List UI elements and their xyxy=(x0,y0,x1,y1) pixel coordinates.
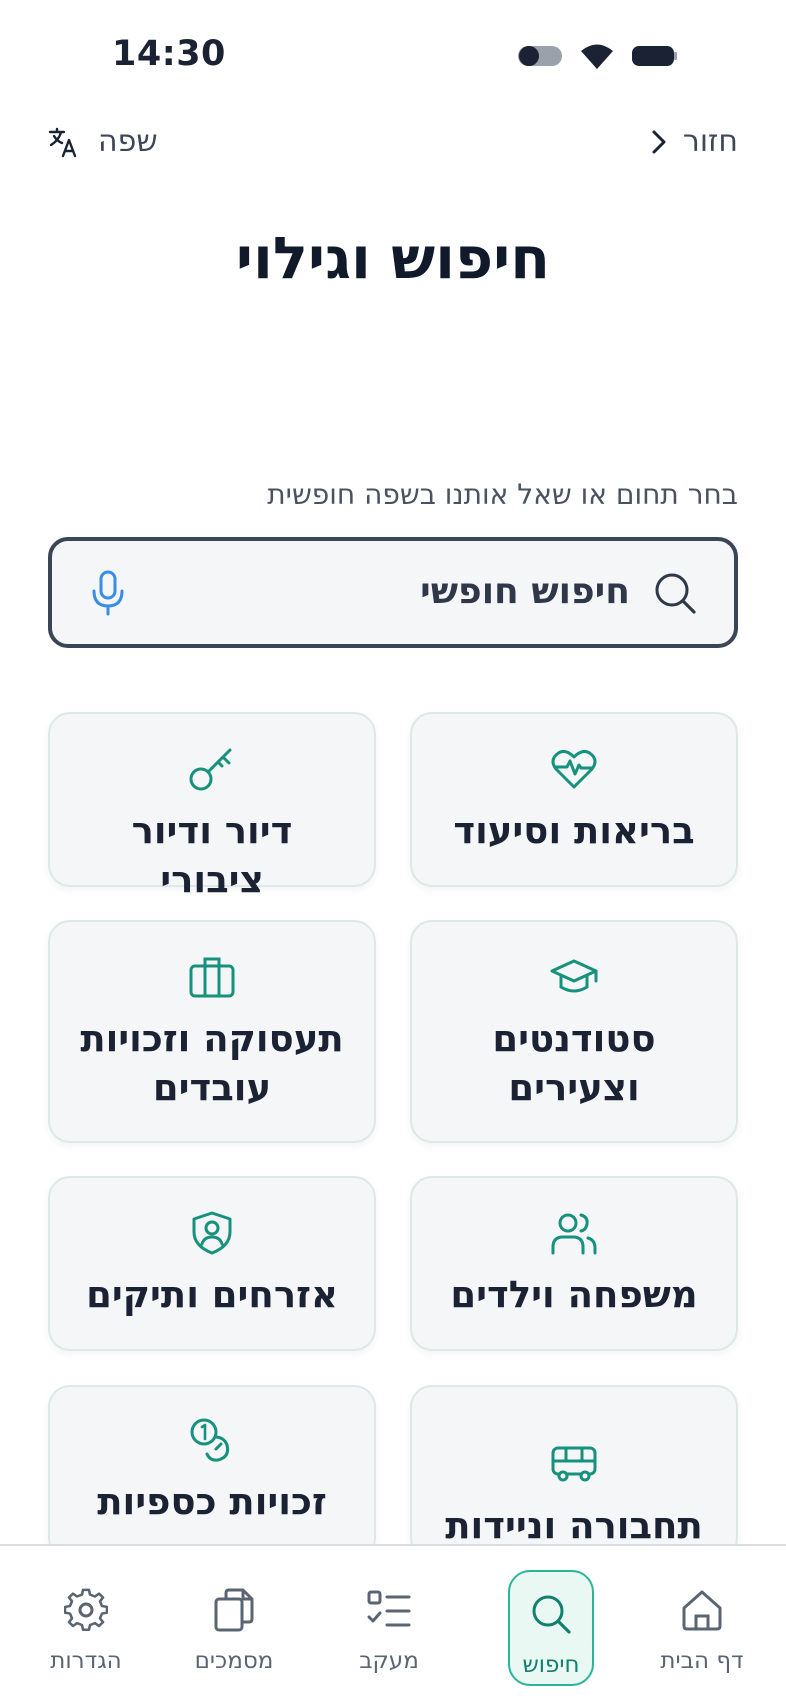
search-discovery-screen: 14:30 חזור שפה חיפוש וגילוי בחר תחום או … xyxy=(0,0,786,1704)
nav-settings[interactable]: הגדרות xyxy=(26,1568,146,1674)
category-label: זכויות כספיות xyxy=(97,1480,327,1523)
wifi-icon xyxy=(581,44,613,69)
chevron-right-icon xyxy=(652,130,666,153)
category-employment[interactable]: תעסוקה וזכויות עובדים xyxy=(48,920,376,1143)
status-icons xyxy=(516,42,678,70)
category-transport[interactable]: תחבורה וניידות xyxy=(410,1385,738,1560)
language-label: שפה xyxy=(98,124,158,159)
search-label: חיפוש חופשי xyxy=(420,571,630,612)
page-title: חיפוש וגילוי xyxy=(235,224,551,292)
category-financial-rights[interactable]: זכויות כספיות xyxy=(48,1385,376,1560)
nav-label: הגדרות xyxy=(50,1648,122,1674)
category-students[interactable]: סטודנטים וצעירים xyxy=(410,920,738,1143)
status-time: 14:30 xyxy=(112,34,226,74)
nav-label: מעקב xyxy=(359,1648,419,1674)
gear-icon xyxy=(64,1588,108,1631)
shield-user-icon xyxy=(192,1211,232,1255)
graduation-cap-icon xyxy=(550,959,598,993)
nav-label: מסמכים xyxy=(194,1648,274,1674)
category-label: משפחה וילדים xyxy=(450,1273,698,1316)
nav-search[interactable]: חיפוש xyxy=(508,1570,594,1686)
language-button[interactable]: שפה xyxy=(48,124,158,159)
hint-text: בחר תחום או שאל אותנו בשפה חופשית xyxy=(267,478,738,511)
users-icon xyxy=(551,1213,597,1255)
category-senior-citizens[interactable]: אזרחים ותיקים xyxy=(48,1176,376,1351)
home-icon xyxy=(682,1590,722,1631)
search-icon xyxy=(655,573,696,614)
category-family[interactable]: משפחה וילדים xyxy=(410,1176,738,1351)
battery-icon xyxy=(632,46,677,66)
nav-label: חיפוש xyxy=(522,1652,580,1678)
category-label: בריאות וסיעוד xyxy=(453,809,695,852)
heart-pulse-icon xyxy=(551,750,597,789)
documents-icon xyxy=(214,1588,254,1632)
top-nav: חזור שפה xyxy=(48,120,738,170)
category-health[interactable]: בריאות וסיעוד xyxy=(410,712,738,887)
back-button[interactable]: חזור xyxy=(649,124,738,159)
bottom-nav: דף הבית חיפוש מעקב מסמכים הגדרות xyxy=(0,1544,786,1704)
microphone-icon[interactable] xyxy=(90,569,126,617)
nav-documents[interactable]: מסמכים xyxy=(174,1568,294,1674)
search-icon xyxy=(532,1595,571,1634)
category-label: תעסוקה וזכויות עובדים xyxy=(80,1017,344,1109)
checklist-icon xyxy=(367,1590,411,1627)
nav-tracking[interactable]: מעקב xyxy=(329,1568,449,1674)
status-bar: 14:30 xyxy=(0,0,786,110)
category-label: דיור ודיור ציבורי xyxy=(131,809,293,901)
coins-icon xyxy=(190,1418,230,1462)
category-label: סטודנטים וצעירים xyxy=(492,1017,656,1109)
nav-label: דף הבית xyxy=(660,1648,744,1674)
nav-home[interactable]: דף הבית xyxy=(642,1568,762,1674)
category-label: אזרחים ותיקים xyxy=(86,1273,338,1316)
category-housing[interactable]: דיור ודיור ציבורי xyxy=(48,712,376,901)
toggle-icon xyxy=(518,46,562,66)
category-label: תחבורה וניידות xyxy=(445,1504,703,1547)
key-icon xyxy=(189,748,232,791)
free-search-bar[interactable]: חיפוש חופשי xyxy=(48,537,738,648)
back-label: חזור xyxy=(682,124,738,159)
briefcase-icon xyxy=(189,957,235,998)
bus-icon xyxy=(551,1446,597,1482)
translate-icon xyxy=(48,127,77,157)
